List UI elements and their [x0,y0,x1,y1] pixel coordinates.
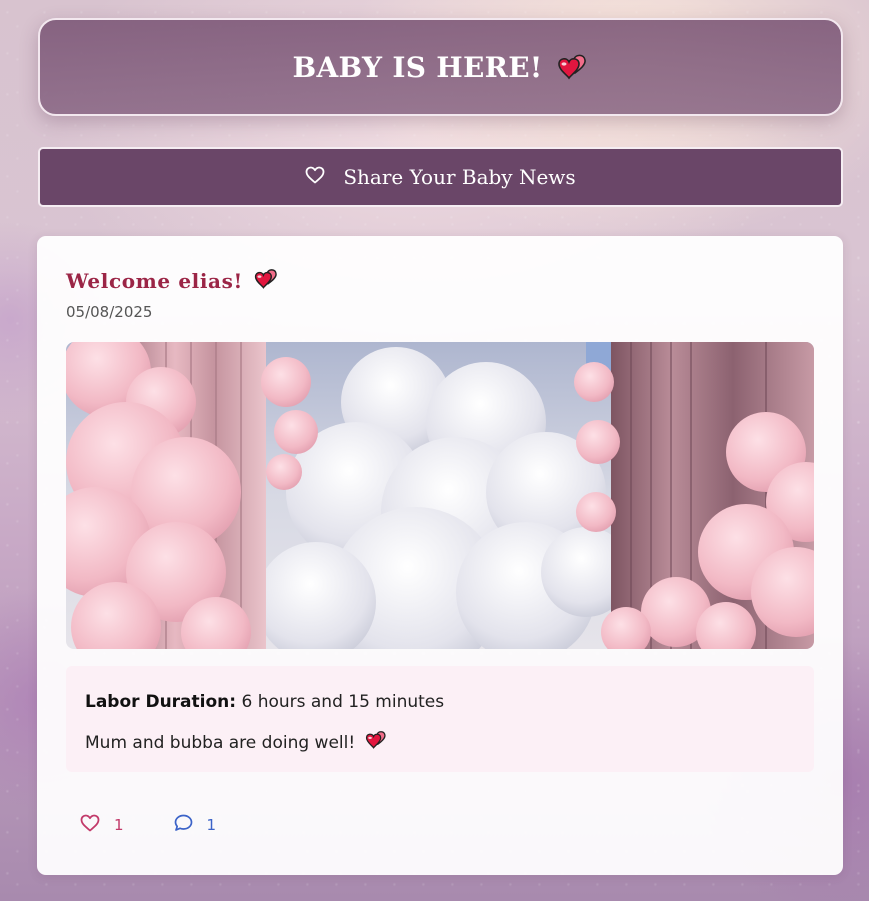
post-details: Labor Duration: 6 hours and 15 minutes M… [66,666,814,772]
share-baby-news-button[interactable]: Share Your Baby News [38,147,843,207]
comment-bubble-icon [174,814,193,836]
comment-count: 1 [206,816,217,834]
two-hearts-icon [554,53,588,81]
post-message-text: Mum and bubba are doing well! [85,732,356,753]
labor-duration: Labor Duration: 6 hours and 15 minutes [85,692,444,712]
pink-clouds-pillars-image [66,342,814,649]
like-button[interactable]: 1 [80,814,124,836]
labor-duration-value: 6 hours and 15 minutes [241,692,445,712]
post-card: Welcome elias! 05/08/2025 Labor Duration… [37,236,843,875]
labor-duration-label: Labor Duration: [85,692,237,712]
post-header: Welcome elias! [66,268,279,294]
post-date: 05/08/2025 [66,303,153,321]
post-title: Welcome elias! [66,269,243,293]
page-header: BABY IS HERE! [38,18,843,116]
two-hearts-icon [363,730,387,755]
comment-button[interactable]: 1 [174,814,217,836]
post-actions: 1 1 [80,814,266,836]
two-hearts-icon [251,268,279,294]
like-count: 1 [114,816,124,834]
heart-outline-icon [305,166,325,188]
share-button-label: Share Your Baby News [343,165,576,189]
page-title: BABY IS HERE! [292,50,543,84]
heart-outline-icon [80,814,100,836]
post-message: Mum and bubba are doing well! [85,730,387,755]
